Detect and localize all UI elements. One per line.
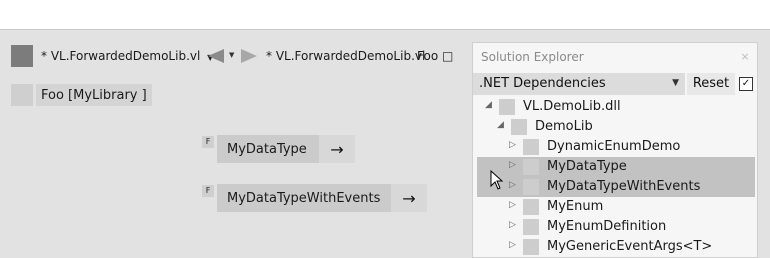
chevron-down-icon: ▼ <box>672 78 679 88</box>
collapsed-arrow-icon[interactable]: ▷ <box>509 180 516 190</box>
arrow-right-icon[interactable]: → <box>391 184 427 212</box>
tree-item[interactable]: ▷ MyGenericEventArgs<T> <box>477 237 755 257</box>
forward-badge: F <box>202 136 214 148</box>
document-path: * VL.ForwardedDemoLib.vl <box>266 49 426 63</box>
tree-item[interactable]: ◢ VL.DemoLib.dll <box>477 97 755 117</box>
type-icon <box>523 179 539 195</box>
collapsed-arrow-icon[interactable]: ▷ <box>509 220 516 230</box>
expanded-arrow-icon[interactable]: ◢ <box>485 100 492 110</box>
mydatatype-node[interactable]: MyDataType → <box>217 135 355 163</box>
tree-item[interactable]: ▷ MyEnumDefinition <box>477 217 755 237</box>
mydatatype-node-label: MyDataType <box>227 141 307 157</box>
collapsed-arrow-icon[interactable]: ▷ <box>509 160 516 170</box>
foo-node-icon[interactable] <box>11 84 33 106</box>
checkbox[interactable]: ✓ <box>739 77 753 91</box>
tree-item-label: MyDataTypeWithEvents <box>547 179 701 194</box>
arrow-right-icon[interactable]: → <box>319 135 355 163</box>
foo-node-label: Foo [MyLibrary ] <box>41 88 147 103</box>
type-icon <box>523 159 539 175</box>
mouse-cursor-icon <box>490 169 504 194</box>
type-icon <box>523 199 539 215</box>
tree-item-label: DynamicEnumDemo <box>547 139 681 154</box>
forward-badge: F <box>202 185 214 197</box>
mydatatypewithevents-node[interactable]: MyDataTypeWithEvents → <box>217 184 427 212</box>
tree-item[interactable]: ▷ MyEnum <box>477 197 755 217</box>
back-arrow-icon[interactable] <box>207 48 225 68</box>
window-title-bar <box>0 0 770 30</box>
history-dropdown-icon[interactable]: ▼ <box>229 51 234 59</box>
foo-breadcrumb[interactable]: Foo □ <box>417 49 453 63</box>
collapsed-arrow-icon[interactable]: ▷ <box>509 140 516 150</box>
reset-button[interactable]: Reset <box>687 73 735 95</box>
document-dropdown-label: * VL.ForwardedDemoLib.vl <box>41 49 201 63</box>
tree-item-label: VL.DemoLib.dll <box>523 99 621 114</box>
tree-item-label: MyGenericEventArgs<T> <box>547 239 713 254</box>
forward-arrow-icon[interactable] <box>240 48 258 68</box>
document-icon[interactable] <box>11 45 33 67</box>
collapsed-arrow-icon[interactable]: ▷ <box>509 200 516 210</box>
panel-title: Solution Explorer <box>481 50 584 64</box>
collapsed-arrow-icon[interactable]: ▷ <box>509 240 516 250</box>
tree-item-label: DemoLib <box>535 119 593 134</box>
mydatatypewithevents-node-label: MyDataTypeWithEvents <box>227 190 381 206</box>
type-icon <box>523 219 539 235</box>
dependencies-dropdown-value: .NET Dependencies <box>479 76 606 91</box>
type-icon <box>511 119 527 135</box>
foo-node[interactable]: Foo [MyLibrary ] <box>36 84 152 106</box>
type-icon <box>523 239 539 255</box>
tree-item[interactable]: ▷ MyDataTypeWithEvents <box>477 177 755 197</box>
tree-item-label: MyEnumDefinition <box>547 219 667 234</box>
tree-item-label: MyDataType <box>547 159 627 174</box>
type-icon <box>523 139 539 155</box>
type-icon <box>499 99 515 115</box>
tree-item[interactable]: ▷ DynamicEnumDemo <box>477 137 755 157</box>
solution-explorer-panel: Solution Explorer × .NET Dependencies ▼ … <box>472 42 758 258</box>
tree-item-label: MyEnum <box>547 199 604 214</box>
document-dropdown[interactable]: * VL.ForwardedDemoLib.vl ▼ <box>41 49 213 63</box>
expanded-arrow-icon[interactable]: ◢ <box>497 120 504 130</box>
tree-item[interactable]: ◢ DemoLib <box>477 117 755 137</box>
dependencies-dropdown[interactable]: .NET Dependencies ▼ <box>473 73 685 95</box>
tree-item[interactable]: ▷ MyDataType <box>477 157 755 177</box>
close-icon[interactable]: × <box>737 49 753 65</box>
